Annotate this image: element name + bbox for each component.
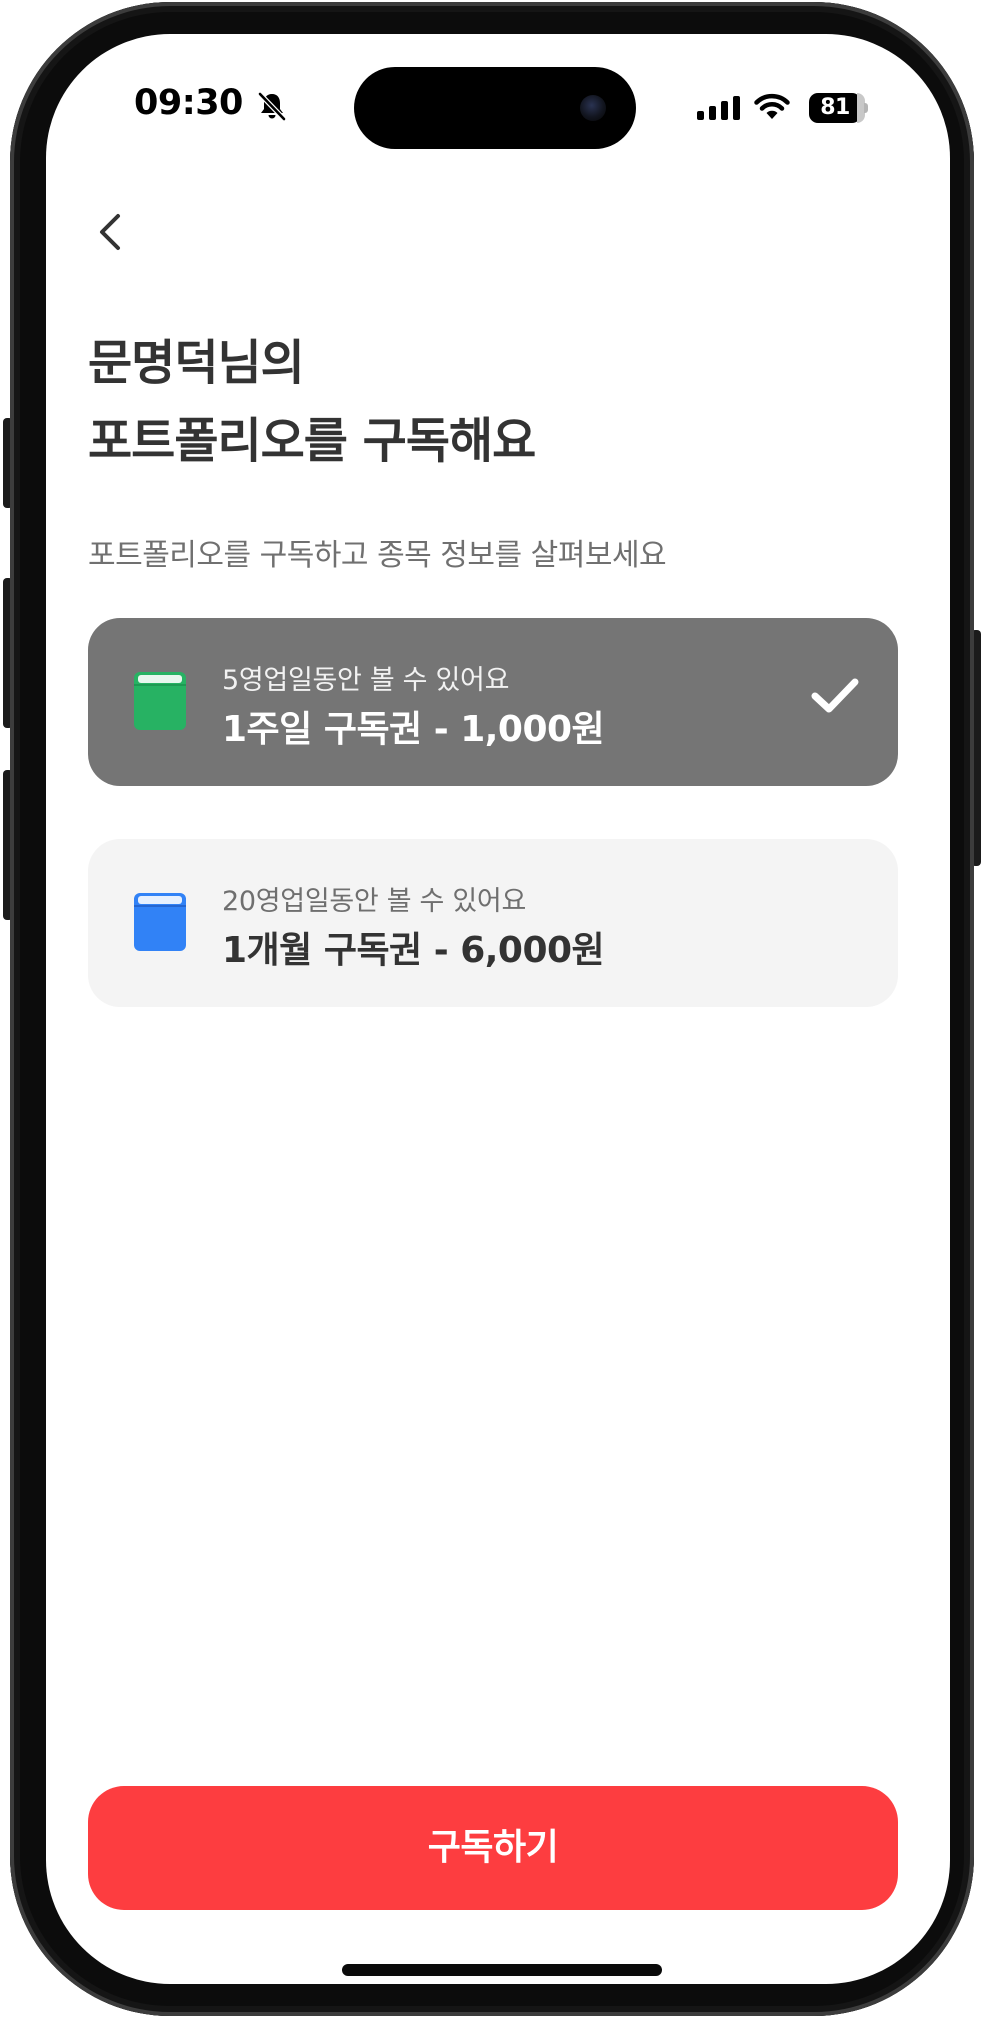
home-indicator[interactable] [342, 1964, 662, 1976]
app-screen: 09:30 81 문명덕님의 포트폴리오를 구독해요 포트폴리오를 구독하고 종… [46, 34, 950, 1984]
plan-name: 1개월 구독권 - 6,000원 [222, 930, 605, 971]
subscribe-button[interactable]: 구독하기 [88, 1786, 898, 1910]
back-button[interactable] [84, 204, 140, 260]
signal-icon [697, 96, 740, 120]
green-book-icon [134, 672, 186, 730]
page-title-line1: 문명덕님의 [88, 335, 305, 391]
front-camera [580, 95, 606, 121]
battery-icon: 81 [809, 93, 868, 123]
plan-name: 1주일 구독권 - 1,000원 [222, 709, 605, 750]
plan-option-weekly[interactable]: 5영업일동안 볼 수 있어요 1주일 구독권 - 1,000원 [88, 618, 898, 786]
page-subtitle: 포트폴리오를 구독하고 종목 정보를 살펴보세요 [88, 538, 667, 573]
status-time: 09:30 [134, 83, 243, 123]
phone-frame: 09:30 81 문명덕님의 포트폴리오를 구독해요 포트폴리오를 구독하고 종… [10, 2, 974, 2016]
dynamic-island [354, 67, 636, 149]
check-icon [811, 678, 859, 713]
plan-description: 20영업일동안 볼 수 있어요 [222, 886, 527, 917]
battery-level: 81 [809, 93, 861, 123]
page-title-line2: 포트폴리오를 구독해요 [88, 413, 536, 469]
page-title: 문명덕님의 포트폴리오를 구독해요 [88, 324, 536, 480]
blue-book-icon [134, 893, 186, 951]
plan-description: 5영업일동안 볼 수 있어요 [222, 665, 510, 696]
wifi-icon [754, 93, 790, 119]
bell-slash-icon [258, 92, 286, 121]
plan-option-monthly[interactable]: 20영업일동안 볼 수 있어요 1개월 구독권 - 6,000원 [88, 839, 898, 1007]
battery-cap [864, 103, 868, 113]
